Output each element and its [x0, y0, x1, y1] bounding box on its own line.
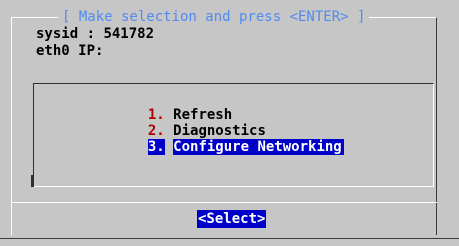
- menu-item-refresh[interactable]: 1. Refresh: [131, 91, 232, 123]
- sysid-separator: :: [78, 26, 104, 42]
- sysid-value: 541782: [103, 26, 155, 42]
- eth0-ip-label: eth0 IP:: [36, 43, 104, 59]
- menu-item-label: Configure Networking: [173, 139, 344, 155]
- sysid-label: sysid: [36, 26, 79, 42]
- menu-item-configure-networking[interactable]: 3. Configure Networking: [131, 123, 344, 155]
- sysid-line: sysid : 541782: [36, 26, 154, 42]
- dialog-title: [ Make selection and press <ENTER> ]: [58, 9, 370, 25]
- menu-item-diagnostics[interactable]: 2. Diagnostics: [131, 107, 266, 139]
- menu-item-number: 3.: [147, 139, 165, 155]
- select-button[interactable]: <Select>: [197, 210, 267, 228]
- dialog-bottom-edge: [0, 238, 459, 239]
- button-divider: [11, 202, 437, 203]
